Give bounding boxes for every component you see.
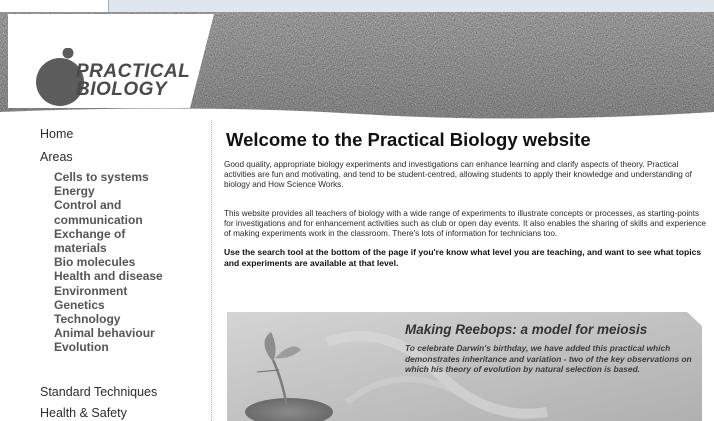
nav-area-technology[interactable]: Technology xyxy=(54,312,163,326)
nav-area-environment[interactable]: Environment xyxy=(54,284,163,298)
nav-area-exchange-of-materials[interactable]: Exchange of xyxy=(54,227,163,241)
main-content: Welcome to the Practical Biology website… xyxy=(213,120,714,421)
teachers-paragraph: This website provides all teachers of bi… xyxy=(224,209,706,239)
banner-description: To celebrate Darwin's birthday, we have … xyxy=(405,343,692,374)
nav-area-genetics[interactable]: Genetics xyxy=(54,298,163,312)
page-title: Welcome to the Practical Biology website xyxy=(226,129,591,150)
nav-area-bio-molecules[interactable]: Bio molecules xyxy=(54,255,163,269)
nav-areas-heading[interactable]: Areas xyxy=(40,150,73,164)
sidebar-nav: Home Areas Cells to systems Energy Contr… xyxy=(0,120,212,421)
nav-area-evolution[interactable]: Evolution xyxy=(54,340,163,354)
search-tip-paragraph: Use the search tool at the bottom of the… xyxy=(224,247,702,268)
nav-standard-techniques-link[interactable]: Standard Techniques xyxy=(40,385,157,399)
areas-list: Cells to systems Energy Control and comm… xyxy=(54,170,163,355)
nav-area-animal-behaviour[interactable]: Animal behaviour xyxy=(54,326,163,340)
nav-health-safety-link[interactable]: Health & Safety xyxy=(40,406,127,420)
site-header: PRACTICAL BIOLOGY xyxy=(0,12,714,120)
banner-title[interactable]: Making Reebops: a model for meiosis xyxy=(405,322,647,337)
nav-area-energy[interactable]: Energy xyxy=(54,184,163,198)
nav-home-link[interactable]: Home xyxy=(40,127,73,141)
logo-text: PRACTICAL BIOLOGY xyxy=(76,62,190,100)
feature-banner[interactable]: Making Reebops: a model for meiosis To c… xyxy=(227,312,702,421)
nav-area-exchange-of-materials-cont[interactable]: materials xyxy=(54,241,163,255)
nav-area-control-and-communication-cont[interactable]: communication xyxy=(54,213,163,227)
site-logo[interactable]: PRACTICAL BIOLOGY xyxy=(30,38,200,108)
nav-area-health-and-disease[interactable]: Health and disease xyxy=(54,269,163,283)
nav-area-control-and-communication[interactable]: Control and xyxy=(54,198,163,212)
intro-paragraph: Good quality, appropriate biology experi… xyxy=(224,160,692,190)
nav-area-cells-to-systems[interactable]: Cells to systems xyxy=(54,170,163,184)
logo-line-2: BIOLOGY xyxy=(76,79,168,100)
